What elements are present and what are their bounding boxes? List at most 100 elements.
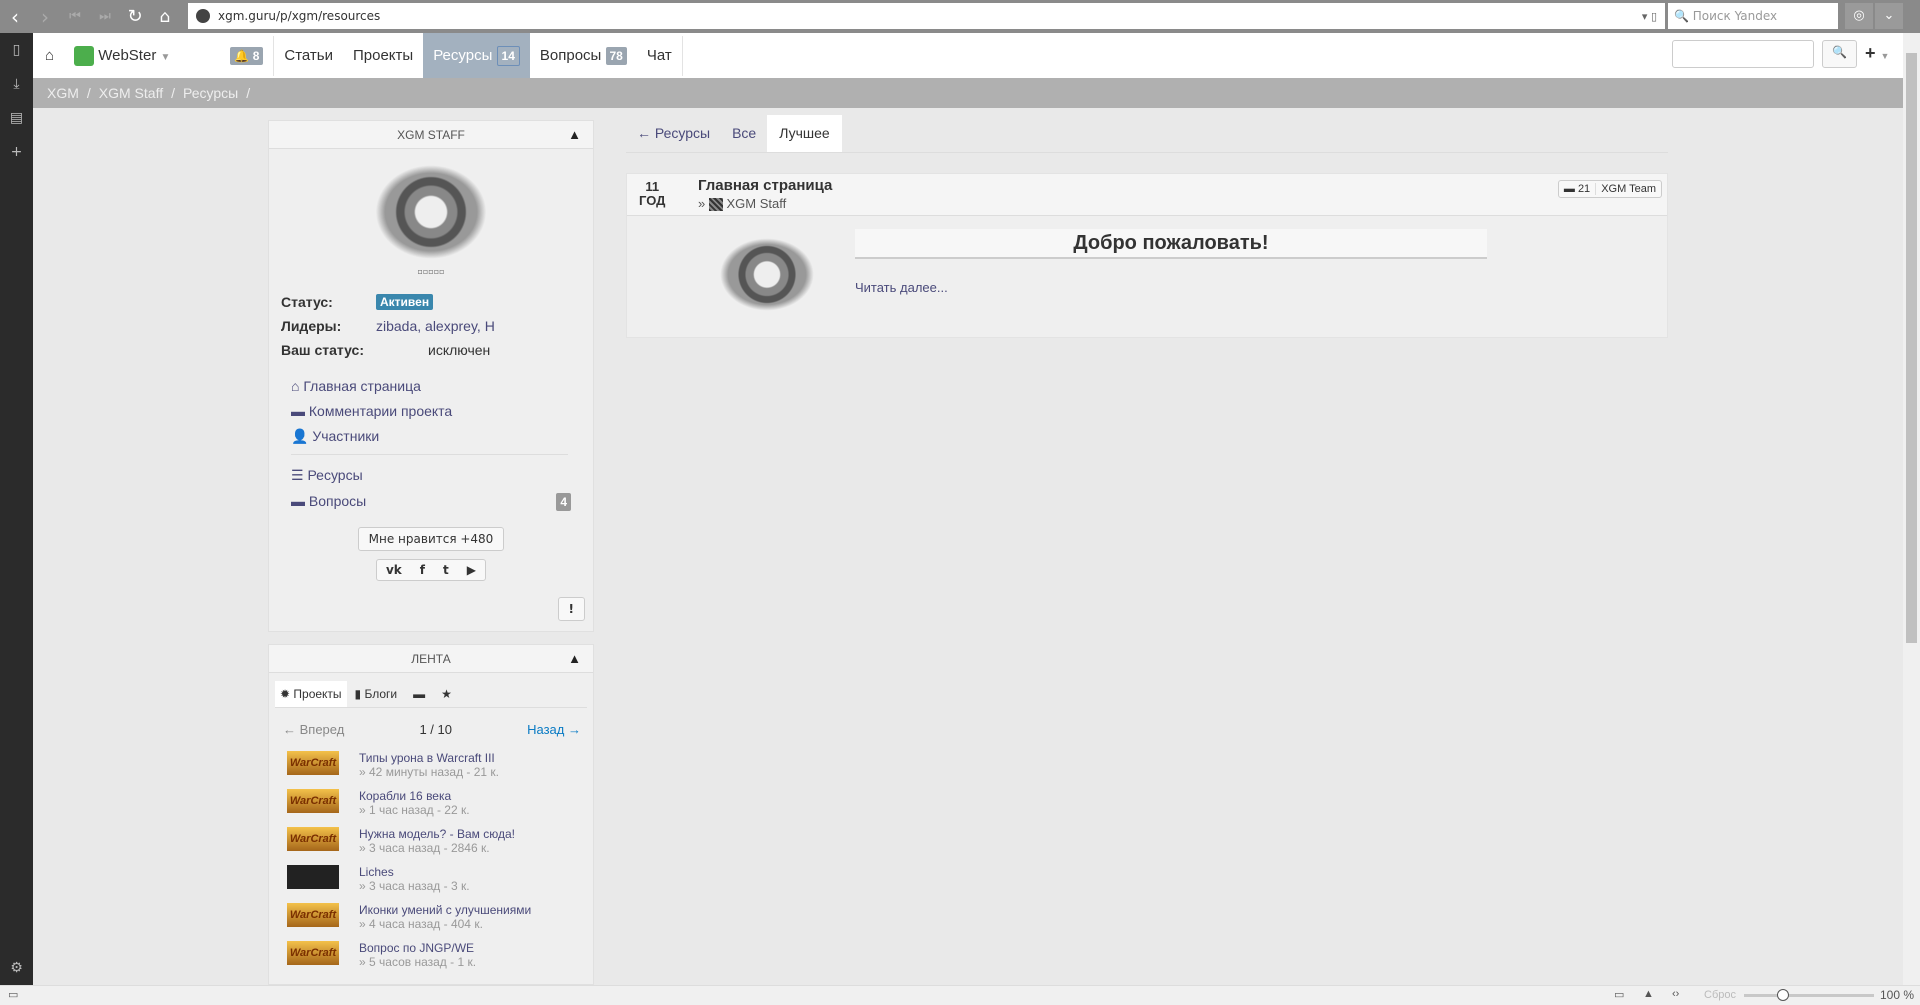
status-badge: Активен bbox=[376, 294, 434, 310]
link-members[interactable]: 👤 Участники bbox=[291, 428, 593, 445]
bell-icon: 🔔 8 bbox=[230, 47, 264, 65]
downloads-icon[interactable]: ⤓ bbox=[0, 67, 33, 101]
your-status: исключен bbox=[428, 342, 491, 358]
gift-icon bbox=[74, 46, 95, 67]
feed-item[interactable]: WarCraft Иконки умений с улучшениями» 4 ч… bbox=[287, 903, 593, 931]
feed-item-meta: » 1 час назад - 22 к. bbox=[359, 803, 470, 817]
extension-icon[interactable]: ◎ bbox=[1845, 3, 1873, 29]
feed-item-title[interactable]: Типы урона в Warcraft III bbox=[359, 751, 499, 765]
feed-item-meta: » 3 часа назад - 2846 к. bbox=[359, 841, 490, 855]
nav-resources[interactable]: Ресурсы 14 bbox=[423, 33, 530, 78]
project-logo bbox=[366, 157, 496, 267]
tab-all[interactable]: Все bbox=[721, 115, 767, 152]
read-more-link[interactable]: Читать далее... bbox=[855, 280, 948, 295]
code-icon[interactable]: ‹› bbox=[1672, 988, 1679, 1000]
team-link[interactable]: XGM Team bbox=[1596, 183, 1661, 195]
rewind-icon[interactable]: ⏮ bbox=[60, 9, 90, 24]
fastforward-icon[interactable]: ⏭ bbox=[90, 9, 120, 24]
crumb-sep: / bbox=[246, 85, 251, 101]
twitter-icon[interactable]: t bbox=[434, 563, 458, 577]
feed-page: 1 / 10 bbox=[419, 722, 452, 737]
comments-count[interactable]: ▬ 21 bbox=[1558, 183, 1597, 195]
feed-item-title[interactable]: Нужна модель? - Вам сюда! bbox=[359, 827, 515, 841]
feed-item[interactable]: WarCraft Нужна модель? - Вам сюда!» 3 час… bbox=[287, 827, 593, 855]
back-icon[interactable]: ‹ bbox=[0, 5, 30, 29]
feed-item-title[interactable]: Иконки умений с улучшениями bbox=[359, 903, 531, 917]
feed-item[interactable]: Liches» 3 часа назад - 3 к. bbox=[287, 865, 593, 893]
feed-item[interactable]: WarCraft Корабли 16 века» 1 час назад - 2… bbox=[287, 789, 593, 817]
address-bar[interactable]: xgm.guru/p/xgm/resources ▾ ▯ bbox=[188, 3, 1665, 29]
feed-next[interactable]: Назад → bbox=[527, 722, 581, 737]
user-menu[interactable]: WebSter ▼ bbox=[64, 33, 180, 78]
scrollbar[interactable] bbox=[1903, 33, 1920, 985]
images-icon[interactable]: ▲ bbox=[1643, 988, 1654, 1000]
bookmark-icon[interactable]: ▾ ▯ bbox=[1642, 10, 1657, 23]
notes-icon[interactable]: ▤ bbox=[0, 101, 33, 135]
post-project[interactable]: XGM Staff bbox=[726, 196, 786, 211]
feed-thumbnail: WarCraft bbox=[287, 789, 339, 813]
zoom-level: 100 % bbox=[1879, 988, 1914, 1002]
tab-blogs[interactable]: ▮ Блоги bbox=[347, 681, 406, 707]
link-label: Ресурсы bbox=[307, 467, 363, 483]
page-view-icon[interactable]: ▭ bbox=[1614, 988, 1624, 1001]
zoom-reset[interactable]: Сброс bbox=[1704, 989, 1736, 1001]
zoom-slider-knob[interactable] bbox=[1777, 989, 1789, 1001]
collapse-icon[interactable]: ▲ bbox=[568, 121, 581, 149]
feed-thumbnail: WarCraft bbox=[287, 827, 339, 851]
forward-icon[interactable]: › bbox=[30, 5, 60, 29]
feed-item[interactable]: WarCraft Вопрос по JNGP/WE» 5 часов назад… bbox=[287, 941, 593, 969]
zoom-slider[interactable] bbox=[1744, 989, 1874, 1001]
nav-questions[interactable]: Вопросы 78 bbox=[530, 33, 637, 78]
prefix: » bbox=[698, 196, 706, 211]
bookmarks-icon[interactable]: ▯ bbox=[0, 33, 33, 67]
like-button[interactable]: Мне нравится +480 bbox=[357, 527, 505, 551]
scrollbar-thumb[interactable] bbox=[1906, 53, 1917, 643]
link-comments[interactable]: ▬ Комментарии проекта bbox=[291, 403, 593, 419]
nav-articles[interactable]: Статьи bbox=[274, 33, 343, 78]
link-home[interactable]: ⌂ Главная страница bbox=[291, 378, 593, 394]
facebook-icon[interactable]: f bbox=[411, 563, 434, 577]
pocket-icon[interactable]: ⌄ bbox=[1875, 3, 1903, 29]
crumb-xgm[interactable]: XGM bbox=[47, 85, 79, 101]
home-icon[interactable]: ⌂ bbox=[33, 33, 64, 78]
status-label: Статус: bbox=[281, 294, 333, 310]
add-menu-button[interactable]: + ▼ bbox=[1865, 43, 1889, 64]
feed-item-title[interactable]: Корабли 16 века bbox=[359, 789, 470, 803]
star-tab-icon[interactable]: ★ bbox=[433, 681, 460, 707]
link-questions[interactable]: ▬ Вопросы 4 bbox=[291, 493, 593, 511]
youtube-icon[interactable]: ▶ bbox=[458, 563, 485, 577]
feed-item-title[interactable]: Вопрос по JNGP/WE bbox=[359, 941, 476, 955]
feed-thumbnail bbox=[287, 865, 339, 889]
comments-tab-icon[interactable]: ▬ bbox=[405, 681, 433, 707]
feed-item-meta: » 3 часа назад - 3 к. bbox=[359, 879, 470, 893]
age-unit: ГОД bbox=[639, 193, 666, 208]
notifications-button[interactable]: 🔔 8 bbox=[220, 33, 273, 78]
questions-count: 4 bbox=[556, 493, 571, 511]
tab-best[interactable]: Лучшее bbox=[767, 115, 842, 152]
home-icon[interactable]: ⌂ bbox=[150, 7, 180, 27]
site-search-input[interactable] bbox=[1672, 40, 1814, 68]
search-button[interactable]: 🔍 bbox=[1822, 40, 1857, 68]
yandex-search-input[interactable]: 🔍 Поиск Yandex bbox=[1668, 3, 1838, 29]
search-icon: 🔍 bbox=[1674, 9, 1693, 23]
tab-back-resources[interactable]: ← Ресурсы bbox=[626, 115, 721, 152]
post-title[interactable]: Главная страница bbox=[698, 177, 832, 194]
report-button[interactable]: ! bbox=[557, 597, 585, 621]
tab-projects[interactable]: ✹ Проекты bbox=[275, 681, 347, 707]
feed-prev[interactable]: ← Вперед bbox=[283, 722, 344, 737]
link-resources[interactable]: ☰ Ресурсы bbox=[291, 467, 593, 484]
feed-item-title[interactable]: Liches bbox=[359, 865, 470, 879]
crumb-resources[interactable]: Ресурсы bbox=[183, 85, 238, 101]
add-panel-icon[interactable]: + bbox=[0, 135, 33, 169]
crumb-xgm-staff[interactable]: XGM Staff bbox=[99, 85, 163, 101]
panel-toggle-icon[interactable]: ▭ bbox=[8, 988, 18, 1001]
nav-projects[interactable]: Проекты bbox=[343, 33, 423, 78]
reload-icon[interactable]: ↻ bbox=[120, 6, 150, 27]
feed-item[interactable]: WarCraft Типы урона в Warcraft III» 42 ми… bbox=[287, 751, 593, 779]
vk-icon[interactable]: vk bbox=[377, 563, 411, 577]
settings-icon[interactable]: ⚙ bbox=[0, 951, 33, 985]
project-panel: XGM STAFF ▲ ▫▫▫▫▫ Статус: Активен Лидеры: z… bbox=[268, 120, 594, 632]
leaders-list[interactable]: zibada, alexprey, H bbox=[376, 318, 495, 334]
nav-chat[interactable]: Чат bbox=[637, 33, 682, 78]
collapse-icon[interactable]: ▲ bbox=[568, 645, 581, 673]
